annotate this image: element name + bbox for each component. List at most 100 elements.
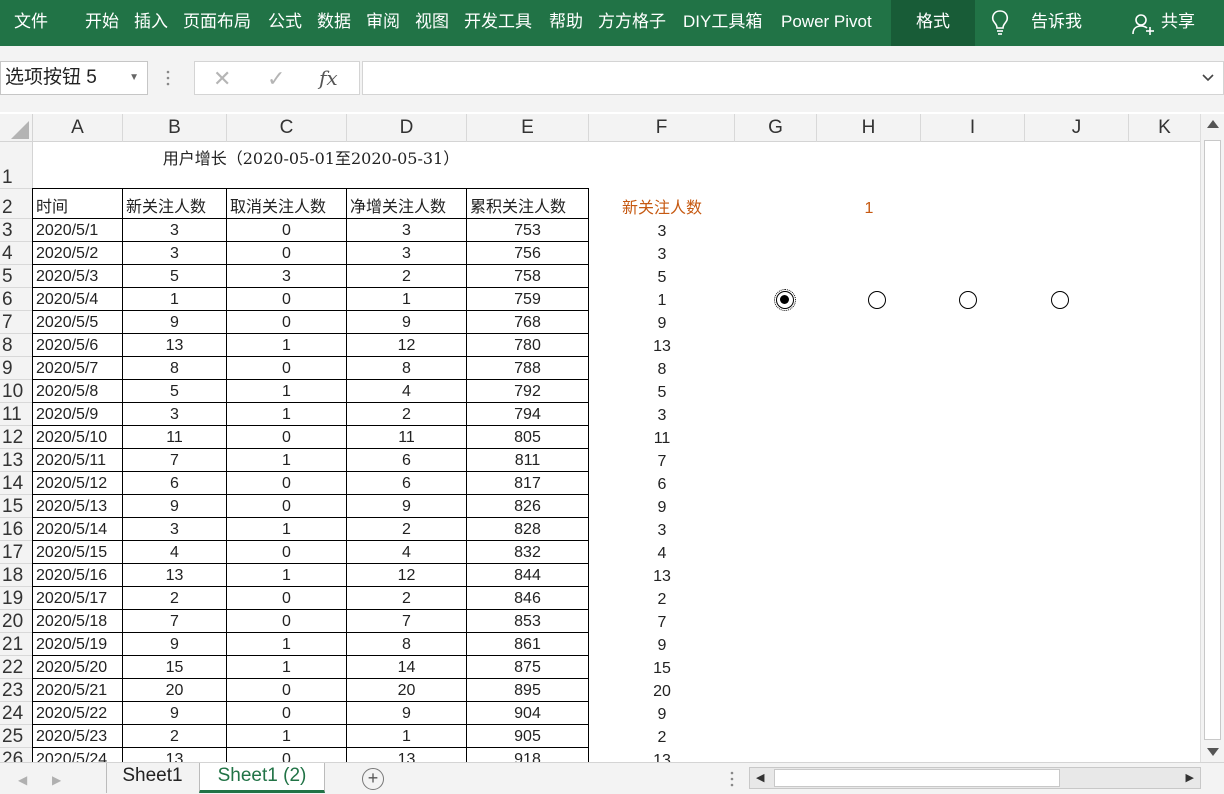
row-header[interactable]: 6 xyxy=(0,288,33,311)
number-cell[interactable]: 753 xyxy=(466,218,589,242)
share-person-icon[interactable] xyxy=(1131,12,1155,36)
column-title-cell[interactable]: 累积关注人数 xyxy=(466,188,589,219)
ribbon-tab[interactable]: 开发工具 xyxy=(464,0,532,46)
number-cell[interactable]: 2 xyxy=(346,264,467,288)
add-sheet-icon[interactable]: + xyxy=(362,768,384,790)
number-cell[interactable]: 788 xyxy=(466,356,589,380)
formula-input[interactable] xyxy=(362,61,1224,95)
option-button-1[interactable] xyxy=(774,289,796,311)
date-cell[interactable]: 2020/5/3 xyxy=(32,264,123,288)
number-cell[interactable]: 0 xyxy=(226,241,347,265)
row-header[interactable]: 23 xyxy=(0,679,33,702)
option-button-3[interactable] xyxy=(959,291,977,309)
row-header[interactable]: 5 xyxy=(0,265,33,288)
column-title-cell[interactable]: 净增关注人数 xyxy=(346,188,467,219)
row-header[interactable]: 19 xyxy=(0,587,33,610)
number-cell[interactable]: 0 xyxy=(226,494,347,518)
number-cell[interactable]: 2 xyxy=(346,586,467,610)
number-cell[interactable]: 6 xyxy=(346,448,467,472)
number-cell[interactable]: 20 xyxy=(346,678,467,702)
number-cell[interactable]: 8 xyxy=(346,356,467,380)
column-title-cell[interactable]: 新关注人数 xyxy=(122,188,227,219)
number-cell[interactable]: 918 xyxy=(466,747,589,762)
helper-value-cell[interactable]: 3 xyxy=(589,518,735,541)
column-header[interactable]: A xyxy=(33,114,123,142)
helper-value-cell[interactable]: 5 xyxy=(589,380,735,403)
number-cell[interactable]: 0 xyxy=(226,287,347,311)
scroll-left-icon[interactable]: ◀ xyxy=(756,771,764,784)
number-cell[interactable]: 805 xyxy=(466,425,589,449)
helper-value-cell[interactable]: 9 xyxy=(589,702,735,725)
row-header[interactable]: 15 xyxy=(0,495,33,518)
vertical-dots-icon[interactable] xyxy=(166,70,170,86)
number-cell[interactable]: 7 xyxy=(122,448,227,472)
sheet-tab-sheet1[interactable]: Sheet1 xyxy=(106,763,198,793)
date-cell[interactable]: 2020/5/18 xyxy=(32,609,123,633)
date-cell[interactable]: 2020/5/24 xyxy=(32,747,123,762)
number-cell[interactable]: 0 xyxy=(226,425,347,449)
number-cell[interactable]: 828 xyxy=(466,517,589,541)
ribbon-tab[interactable]: 页面布局 xyxy=(183,0,251,46)
helper-value-cell[interactable]: 8 xyxy=(589,357,735,380)
ribbon-tab[interactable]: 插入 xyxy=(134,0,168,46)
helper-value-cell[interactable]: 9 xyxy=(589,311,735,334)
share-button[interactable]: 共享 xyxy=(1161,0,1195,46)
option-button-2[interactable] xyxy=(868,291,886,309)
row-header[interactable]: 11 xyxy=(0,403,33,426)
helper-value-cell[interactable]: 9 xyxy=(589,633,735,656)
number-cell[interactable]: 0 xyxy=(226,678,347,702)
number-cell[interactable]: 2 xyxy=(346,402,467,426)
number-cell[interactable]: 11 xyxy=(122,425,227,449)
number-cell[interactable]: 853 xyxy=(466,609,589,633)
number-cell[interactable]: 0 xyxy=(226,609,347,633)
date-cell[interactable]: 2020/5/13 xyxy=(32,494,123,518)
helper-value-cell[interactable]: 3 xyxy=(589,242,735,265)
column-header[interactable]: C xyxy=(227,114,347,142)
number-cell[interactable]: 0 xyxy=(226,586,347,610)
number-cell[interactable]: 0 xyxy=(226,747,347,762)
date-cell[interactable]: 2020/5/8 xyxy=(32,379,123,403)
date-cell[interactable]: 2020/5/22 xyxy=(32,701,123,725)
date-cell[interactable]: 2020/5/16 xyxy=(32,563,123,587)
number-cell[interactable]: 9 xyxy=(346,701,467,725)
row-header[interactable]: 12 xyxy=(0,426,33,449)
number-cell[interactable]: 11 xyxy=(346,425,467,449)
horizontal-scrollbar[interactable]: ◀ ▶ xyxy=(749,767,1201,789)
number-cell[interactable]: 3 xyxy=(122,241,227,265)
tab-splitter-icon[interactable] xyxy=(730,771,734,787)
horizontal-scroll-thumb[interactable] xyxy=(774,769,1060,787)
number-cell[interactable]: 5 xyxy=(122,379,227,403)
number-cell[interactable]: 758 xyxy=(466,264,589,288)
number-cell[interactable]: 895 xyxy=(466,678,589,702)
insert-function-icon[interactable]: fx xyxy=(319,66,338,90)
number-cell[interactable]: 8 xyxy=(122,356,227,380)
row-header[interactable]: 9 xyxy=(0,357,33,380)
number-cell[interactable]: 7 xyxy=(122,609,227,633)
date-cell[interactable]: 2020/5/14 xyxy=(32,517,123,541)
date-cell[interactable]: 2020/5/17 xyxy=(32,586,123,610)
number-cell[interactable]: 780 xyxy=(466,333,589,357)
ribbon-tab[interactable]: 审阅 xyxy=(366,0,400,46)
prev-sheet-icon[interactable]: ◀ xyxy=(18,773,27,787)
helper-value-cell[interactable]: 20 xyxy=(589,679,735,702)
helper-value-cell[interactable]: 4 xyxy=(589,541,735,564)
selected-option-value[interactable]: 1 xyxy=(817,189,921,219)
number-cell[interactable]: 7 xyxy=(346,609,467,633)
number-cell[interactable]: 9 xyxy=(122,632,227,656)
column-header[interactable]: J xyxy=(1025,114,1129,142)
date-cell[interactable]: 2020/5/7 xyxy=(32,356,123,380)
date-cell[interactable]: 2020/5/9 xyxy=(32,402,123,426)
row-header[interactable]: 3 xyxy=(0,219,33,242)
number-cell[interactable]: 4 xyxy=(122,540,227,564)
row-header[interactable]: 13 xyxy=(0,449,33,472)
helper-value-cell[interactable]: 7 xyxy=(589,449,735,472)
helper-value-cell[interactable]: 5 xyxy=(589,265,735,288)
column-header[interactable]: I xyxy=(921,114,1025,142)
column-header[interactable]: H xyxy=(817,114,921,142)
row-header[interactable]: 20 xyxy=(0,610,33,633)
date-cell[interactable]: 2020/5/10 xyxy=(32,425,123,449)
helper-value-cell[interactable]: 3 xyxy=(589,403,735,426)
column-title-cell[interactable]: 时间 xyxy=(32,188,123,219)
vertical-scroll-thumb[interactable] xyxy=(1204,140,1221,740)
row-header[interactable]: 25 xyxy=(0,725,33,748)
